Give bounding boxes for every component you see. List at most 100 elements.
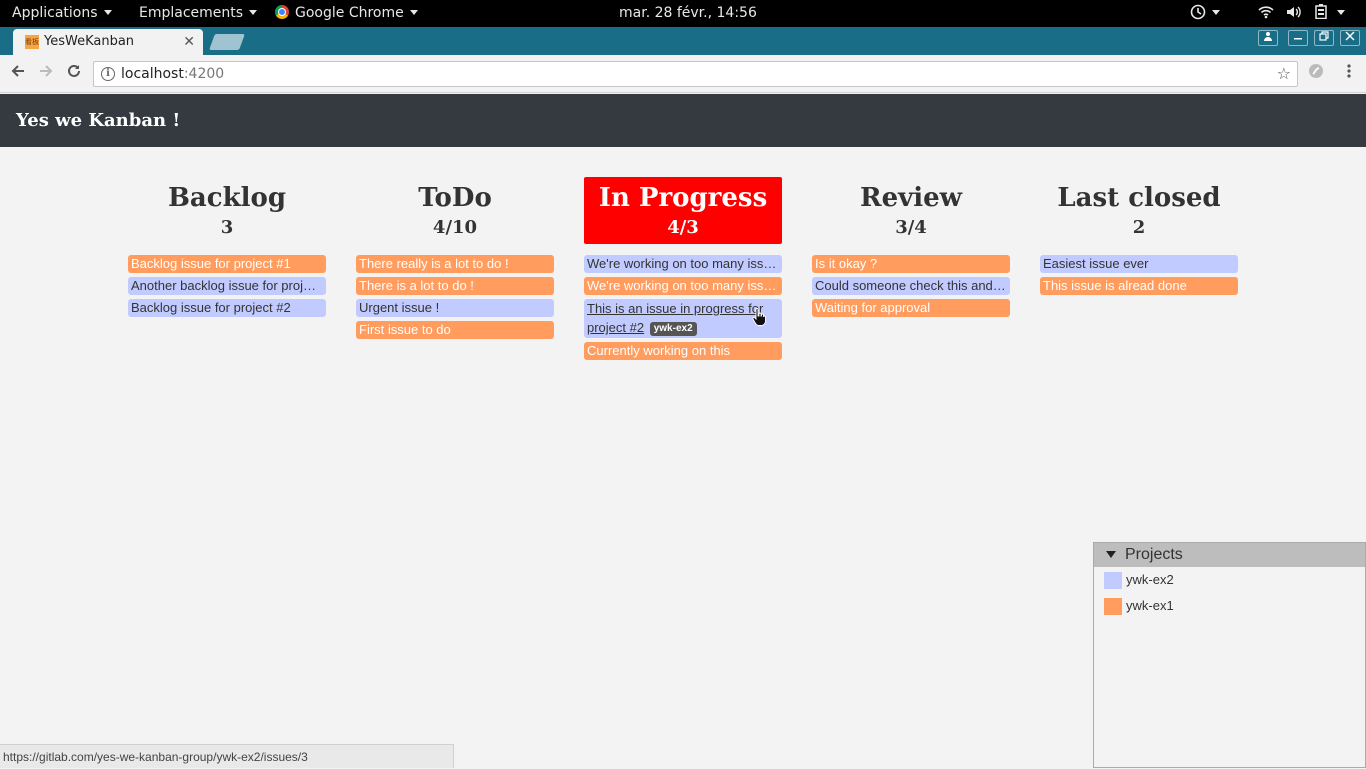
app-menu-label: Google Chrome: [295, 5, 404, 21]
triangle-down-icon: [1106, 551, 1116, 558]
issue-card[interactable]: There is a lot to do !: [356, 277, 554, 295]
column-count: 4/10: [432, 217, 478, 238]
restore-icon: [1319, 31, 1329, 41]
column-count: 2: [1132, 217, 1146, 238]
column-title: Backlog: [167, 183, 287, 213]
column-header-over-limit: In Progress 4/3: [584, 177, 782, 244]
url-text: localhost:4200: [121, 62, 224, 86]
column-count: 4/3: [667, 217, 699, 238]
info-icon[interactable]: i: [101, 67, 115, 81]
link-status-bubble: https://gitlab.com/yes-we-kanban-group/y…: [0, 744, 454, 768]
column-count: 3/4: [895, 217, 927, 238]
issue-card[interactable]: Easiest issue ever: [1040, 255, 1238, 273]
url-port: :4200: [183, 66, 225, 82]
projects-panel-toggle[interactable]: Projects: [1094, 543, 1365, 567]
clock-status-icon: [1190, 4, 1206, 19]
more-vert-icon: [1347, 64, 1351, 78]
column-last-closed: Last closed 2 Easiest issue ever This is…: [1040, 177, 1238, 299]
minimize-button[interactable]: [1288, 30, 1308, 46]
project-badge: ywk-ex2: [649, 322, 697, 336]
chrome-menu-button[interactable]: [1339, 63, 1359, 83]
app-menu[interactable]: Google Chrome: [275, 0, 418, 27]
project-name: ywk-ex1: [1126, 598, 1174, 613]
issue-card[interactable]: Backlog issue for project #1: [128, 255, 326, 273]
chevron-down-icon: [409, 9, 418, 15]
bookmark-star-icon[interactable]: ☆: [1277, 62, 1291, 86]
column-title: Last closed: [1057, 183, 1221, 213]
maximize-button[interactable]: [1314, 30, 1334, 46]
chevron-down-icon: [1337, 9, 1346, 15]
places-menu[interactable]: Emplacements: [139, 0, 258, 27]
close-tab-icon[interactable]: ✕: [183, 29, 195, 55]
extension-icon: [1309, 64, 1323, 78]
app-navbar: Yes we Kanban !: [0, 94, 1366, 147]
projects-panel: Projects ywk-ex2 ywk-ex1: [1093, 542, 1366, 768]
reload-icon: [68, 64, 80, 77]
issue-card[interactable]: There really is a lot to do !: [356, 255, 554, 273]
project-list: ywk-ex2 ywk-ex1: [1094, 567, 1365, 620]
battery-icon: [1315, 4, 1327, 20]
night-light-menu[interactable]: [1190, 0, 1220, 27]
column-review: Review 3/4 Is it okay ? Could someone ch…: [812, 177, 1010, 321]
favicon-icon: 看板: [25, 35, 39, 49]
chevron-down-icon: [249, 9, 258, 15]
issue-card[interactable]: First issue to do: [356, 321, 554, 339]
issue-card[interactable]: Could someone check this and approve: [812, 277, 1010, 295]
column-title: Review: [859, 183, 963, 213]
issue-card[interactable]: Is it okay ?: [812, 255, 1010, 273]
issue-card[interactable]: Backlog issue for project #2: [128, 299, 326, 317]
column-header: Backlog 3: [128, 177, 326, 244]
project-item[interactable]: ywk-ex1: [1094, 594, 1365, 620]
clock[interactable]: mar. 28 févr., 14:56: [619, 0, 757, 27]
close-icon: [1345, 31, 1355, 41]
arrow-right-icon: [40, 65, 53, 77]
column-backlog: Backlog 3 Backlog issue for project #1 A…: [128, 177, 326, 321]
card-list: Easiest issue ever This issue is alread …: [1040, 255, 1238, 295]
project-color-swatch: [1104, 572, 1122, 589]
project-item[interactable]: ywk-ex2: [1094, 568, 1365, 594]
system-top-bar: Applications Emplacements Google Chrome …: [0, 0, 1366, 27]
column-header: Review 3/4: [812, 177, 1010, 244]
url-host: localhost: [121, 66, 184, 82]
app-brand[interactable]: Yes we Kanban !: [16, 94, 180, 147]
clock-label: mar. 28 févr., 14:56: [619, 5, 757, 21]
column-count: 3: [220, 217, 234, 238]
arrow-left-icon: [11, 65, 24, 77]
issue-card[interactable]: Urgent issue !: [356, 299, 554, 317]
forward-button[interactable]: [36, 63, 56, 83]
projects-panel-title: Projects: [1125, 546, 1183, 563]
column-in-progress: In Progress 4/3 We're working on too man…: [584, 177, 782, 364]
column-todo: ToDo 4/10 There really is a lot to do ! …: [356, 177, 554, 343]
extension-button[interactable]: [1306, 63, 1326, 83]
column-header: ToDo 4/10: [356, 177, 554, 244]
address-bar[interactable]: i localhost:4200 ☆: [93, 61, 1298, 87]
minimize-icon: [1294, 38, 1302, 40]
hand-cursor-icon: [752, 308, 766, 326]
volume-icon: [1287, 6, 1302, 17]
new-tab-button[interactable]: [209, 34, 245, 50]
issue-card[interactable]: We're working on too many issues: [584, 277, 782, 295]
back-button[interactable]: [8, 63, 28, 83]
issue-card[interactable]: We're working on too many issues: [584, 255, 782, 273]
issue-card[interactable]: This issue is alread done: [1040, 277, 1238, 295]
column-title: In Progress: [598, 183, 768, 213]
project-name: ywk-ex2: [1126, 572, 1174, 587]
tab-title: YesWeKanban: [44, 34, 135, 49]
issue-card[interactable]: Another backlog issue for project #2: [128, 277, 326, 295]
card-list: There really is a lot to do ! There is a…: [356, 255, 554, 339]
issue-card[interactable]: Waiting for approval: [812, 299, 1010, 317]
card-list: Is it okay ? Could someone check this an…: [812, 255, 1010, 317]
issue-card[interactable]: Currently working on this: [584, 342, 782, 360]
browser-tab[interactable]: 看板 YesWeKanban ✕: [13, 29, 203, 55]
places-menu-label: Emplacements: [139, 5, 244, 21]
applications-menu-label: Applications: [12, 5, 98, 21]
browser-toolbar: i localhost:4200 ☆: [0, 55, 1366, 93]
chevron-down-icon: [1212, 9, 1220, 15]
close-window-button[interactable]: [1340, 30, 1360, 46]
wifi-icon: [1258, 5, 1274, 18]
system-status-menu[interactable]: [1258, 0, 1346, 27]
profile-icon[interactable]: [1258, 30, 1278, 46]
chevron-down-icon: [103, 9, 112, 15]
applications-menu[interactable]: Applications: [12, 0, 112, 27]
reload-button[interactable]: [64, 63, 84, 83]
